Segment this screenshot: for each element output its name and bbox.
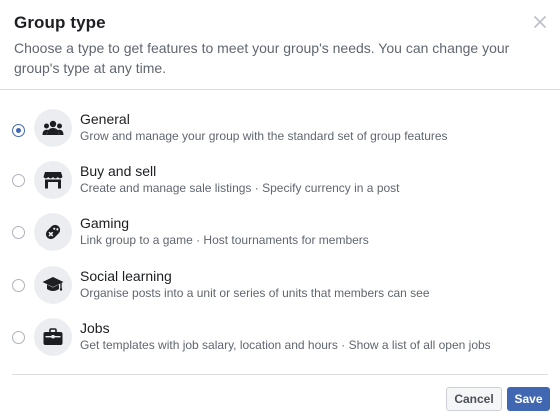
radio-jobs[interactable]	[12, 331, 25, 344]
option-buy-and-sell[interactable]: Buy and sell Create and manage sale list…	[0, 157, 560, 209]
option-title: Gaming	[80, 215, 130, 231]
option-social-learning[interactable]: Social learning Organise posts into a un…	[0, 262, 560, 314]
option-title: Social learning	[80, 268, 172, 284]
group-type-dialog: Group type Choose a type to get features…	[0, 0, 560, 420]
briefcase-icon	[34, 318, 72, 356]
option-description: Create and manage sale listings · Specif…	[80, 181, 400, 195]
close-icon[interactable]	[534, 16, 548, 30]
radio-gaming[interactable]	[12, 226, 25, 239]
option-description: Organise posts into a unit or series of …	[80, 286, 430, 300]
option-description: Link group to a game · Host tournaments …	[80, 233, 369, 247]
cancel-button[interactable]: Cancel	[446, 387, 502, 411]
option-title: General	[80, 111, 130, 127]
option-jobs[interactable]: Jobs Get templates with job salary, loca…	[0, 314, 560, 366]
shop-icon	[34, 161, 72, 199]
people-icon	[34, 109, 72, 147]
dialog-subtitle: Choose a type to get features to meet yo…	[14, 40, 510, 76]
radio-social-learning[interactable]	[12, 279, 25, 292]
divider	[0, 89, 560, 90]
option-description: Grow and manage your group with the stan…	[80, 129, 448, 143]
option-general[interactable]: General Grow and manage your group with …	[0, 104, 560, 156]
dialog-title: Group type	[14, 13, 106, 32]
option-gaming[interactable]: Gaming Link group to a game · Host tourn…	[0, 209, 560, 261]
radio-general[interactable]	[12, 124, 25, 137]
divider	[12, 374, 548, 375]
radio-buy-and-sell[interactable]	[12, 174, 25, 187]
option-title: Jobs	[80, 320, 110, 336]
gamepad-icon	[34, 213, 72, 251]
option-title: Buy and sell	[80, 163, 157, 179]
option-description: Get templates with job salary, location …	[80, 338, 491, 352]
save-button[interactable]: Save	[507, 387, 550, 411]
graduation-cap-icon	[34, 266, 72, 304]
